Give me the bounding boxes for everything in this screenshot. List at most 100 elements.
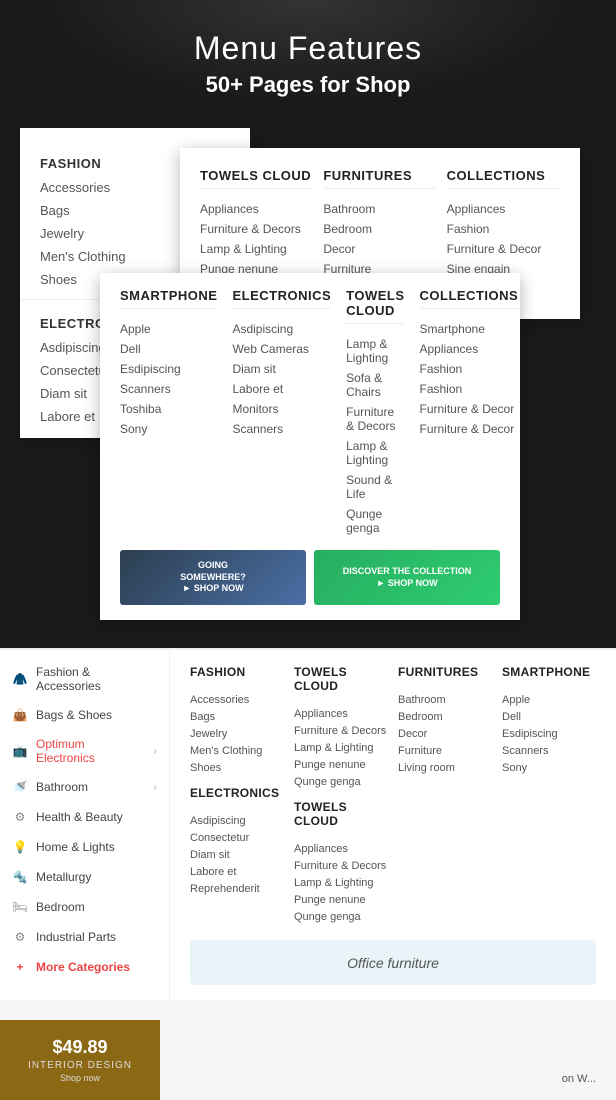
- collections-title: COLLECTIONS: [447, 168, 560, 189]
- tc2-lamp[interactable]: Lamp & Lighting: [346, 334, 404, 368]
- c-appliances[interactable]: Appliances: [447, 199, 560, 219]
- mp-tc2-punge[interactable]: Punge nenune: [294, 891, 388, 908]
- sidebar-item-industrial[interactable]: ⚙ Industrial Parts: [0, 922, 169, 952]
- mp-asdipiscing[interactable]: Asdipiscing: [190, 812, 284, 829]
- mp-sm-scanners[interactable]: Scanners: [502, 742, 596, 759]
- mp-electronics-title: ELECTRONICS: [190, 786, 284, 804]
- sm-apple[interactable]: Apple: [120, 319, 217, 339]
- sm-scanners[interactable]: Scanners: [120, 379, 217, 399]
- e-diam-sit[interactable]: Diam sit: [232, 359, 331, 379]
- mp-tc-punge[interactable]: Punge nenune: [294, 756, 388, 773]
- sidebar-item-bags[interactable]: 👜 Bags & Shoes: [0, 700, 169, 730]
- sidebar-item-home[interactable]: 💡 Home & Lights: [0, 832, 169, 862]
- tc2-furniture[interactable]: Furniture & Decors: [346, 402, 404, 436]
- mp-sm-dell[interactable]: Dell: [502, 708, 596, 725]
- mp-tc2-furniture[interactable]: Furniture & Decors: [294, 857, 388, 874]
- mp-tc-lamp[interactable]: Lamp & Lighting: [294, 739, 388, 756]
- bathroom-icon: 🚿: [12, 779, 28, 795]
- footer-price-block[interactable]: $49.89 INTERIOR DESIGN Shop now: [0, 1020, 160, 1100]
- mp-fashion-col: FASHION Accessories Bags Jewelry Men's C…: [190, 665, 284, 925]
- mp-jewelry[interactable]: Jewelry: [190, 725, 284, 742]
- office-furniture-text: Office furniture: [347, 955, 439, 971]
- banner-discover[interactable]: DISCOVER THE COLLECTION► SHOP NOW: [314, 550, 500, 605]
- hero-title: Menu Features: [20, 30, 596, 67]
- electronics-col-title: ELECTRONICS: [232, 288, 331, 309]
- mp-tc2-lamp[interactable]: Lamp & Lighting: [294, 874, 388, 891]
- mp-fashion-title: FASHION: [190, 665, 284, 683]
- mp-shoes[interactable]: Shoes: [190, 759, 284, 776]
- bathroom-chevron: ›: [154, 782, 157, 793]
- c-fashion[interactable]: Fashion: [447, 219, 560, 239]
- banner-going-somewhere[interactable]: GOINGSOMEWHERE?► SHOP NOW: [120, 550, 306, 605]
- sidebar-item-fashion[interactable]: 🧥 Fashion & Accessories: [0, 658, 169, 700]
- sidebar-fashion-label: Fashion & Accessories: [36, 665, 157, 693]
- mp-tc-appliances[interactable]: Appliances: [294, 705, 388, 722]
- sm-esdipiscing[interactable]: Esdipiscing: [120, 359, 217, 379]
- mp-sm-esdipiscing[interactable]: Esdipiscing: [502, 725, 596, 742]
- mp-diam-sit[interactable]: Diam sit: [190, 846, 284, 863]
- tc2-sofa[interactable]: Sofa & Chairs: [346, 368, 404, 402]
- cc-furniture2[interactable]: Furniture & Decor: [420, 419, 519, 439]
- sm-sony[interactable]: Sony: [120, 419, 217, 439]
- cc-fashion1[interactable]: Fashion: [420, 359, 519, 379]
- cc-furniture1[interactable]: Furniture & Decor: [420, 399, 519, 419]
- health-icon: ⚙: [12, 809, 28, 825]
- tc-appliances[interactable]: Appliances: [200, 199, 313, 219]
- e-scanners[interactable]: Scanners: [232, 419, 331, 439]
- sidebar-item-electronics[interactable]: 📺 Optimum Electronics ›: [0, 730, 169, 772]
- sidebar-item-bedroom[interactable]: 🛏 Bedroom: [0, 892, 169, 922]
- sidebar-item-bathroom[interactable]: 🚿 Bathroom ›: [0, 772, 169, 802]
- f-bathroom[interactable]: Bathroom: [323, 199, 436, 219]
- sidebar-item-health[interactable]: ⚙ Health & Beauty: [0, 802, 169, 832]
- mp-f-decor[interactable]: Decor: [398, 725, 492, 742]
- cc-smartphone[interactable]: Smartphone: [420, 319, 519, 339]
- sidebar-bags-label: Bags & Shoes: [36, 708, 112, 722]
- electronics-chevron: ›: [154, 746, 157, 757]
- fashion-icon: 🧥: [12, 671, 28, 687]
- mp-f-bathroom[interactable]: Bathroom: [398, 691, 492, 708]
- e-labore[interactable]: Labore et: [232, 379, 331, 399]
- e-monitors[interactable]: Monitors: [232, 399, 331, 419]
- sidebar-metallurgy-label: Metallurgy: [36, 870, 91, 884]
- sidebar-item-metallurgy[interactable]: 🔩 Metallurgy: [0, 862, 169, 892]
- sm-dell[interactable]: Dell: [120, 339, 217, 359]
- mp-f-furniture[interactable]: Furniture: [398, 742, 492, 759]
- tc2-sound[interactable]: Sound & Life: [346, 470, 404, 504]
- smartphone-mega-menu: SMARTPHONE Apple Dell Esdipiscing Scanne…: [100, 273, 520, 620]
- e-asdipiscing[interactable]: Asdipiscing: [232, 319, 331, 339]
- mp-accessories[interactable]: Accessories: [190, 691, 284, 708]
- tc2-qunge[interactable]: Qunge genga: [346, 504, 404, 538]
- mp-mens-clothing[interactable]: Men's Clothing: [190, 742, 284, 759]
- e-webcams[interactable]: Web Cameras: [232, 339, 331, 359]
- mp-f-bedroom[interactable]: Bedroom: [398, 708, 492, 725]
- mp-bags[interactable]: Bags: [190, 708, 284, 725]
- tc-furniture-decors[interactable]: Furniture & Decors: [200, 219, 313, 239]
- electronics-icon: 📺: [12, 743, 28, 759]
- mp-tc-furniture[interactable]: Furniture & Decors: [294, 722, 388, 739]
- tc-lamp-lighting[interactable]: Lamp & Lighting: [200, 239, 313, 259]
- office-furniture-banner[interactable]: Office furniture: [190, 940, 596, 985]
- mp-sm-apple[interactable]: Apple: [502, 691, 596, 708]
- mp-tc-qunge[interactable]: Qunge genga: [294, 773, 388, 790]
- more-icon: +: [12, 959, 28, 975]
- f-decor[interactable]: Decor: [323, 239, 436, 259]
- sidebar-item-more[interactable]: + More Categories: [0, 952, 169, 982]
- mp-tc2-appliances[interactable]: Appliances: [294, 840, 388, 857]
- footer-right: on W...: [562, 1073, 596, 1085]
- mp-tc2-qunge[interactable]: Qunge genga: [294, 908, 388, 925]
- f-bedroom[interactable]: Bedroom: [323, 219, 436, 239]
- banner-text-1: GOINGSOMEWHERE?► SHOP NOW: [180, 560, 246, 595]
- mp-reprehenderit[interactable]: Reprehenderit: [190, 880, 284, 897]
- mp-sm-sony[interactable]: Sony: [502, 759, 596, 776]
- towels-col2-title: TOWELS CLOUD: [346, 288, 404, 324]
- tc2-lamp2[interactable]: Lamp & Lighting: [346, 436, 404, 470]
- banner-text-2: DISCOVER THE COLLECTION► SHOP NOW: [343, 566, 472, 589]
- cc-fashion2[interactable]: Fashion: [420, 379, 519, 399]
- cc-appliances[interactable]: Appliances: [420, 339, 519, 359]
- sm-toshiba[interactable]: Toshiba: [120, 399, 217, 419]
- mp-f-living[interactable]: Living room: [398, 759, 492, 776]
- mp-labore[interactable]: Labore et: [190, 863, 284, 880]
- banner-row: GOINGSOMEWHERE?► SHOP NOW DISCOVER THE C…: [120, 550, 500, 605]
- c-furniture-decor[interactable]: Furniture & Decor: [447, 239, 560, 259]
- mp-consectetur[interactable]: Consectetur: [190, 829, 284, 846]
